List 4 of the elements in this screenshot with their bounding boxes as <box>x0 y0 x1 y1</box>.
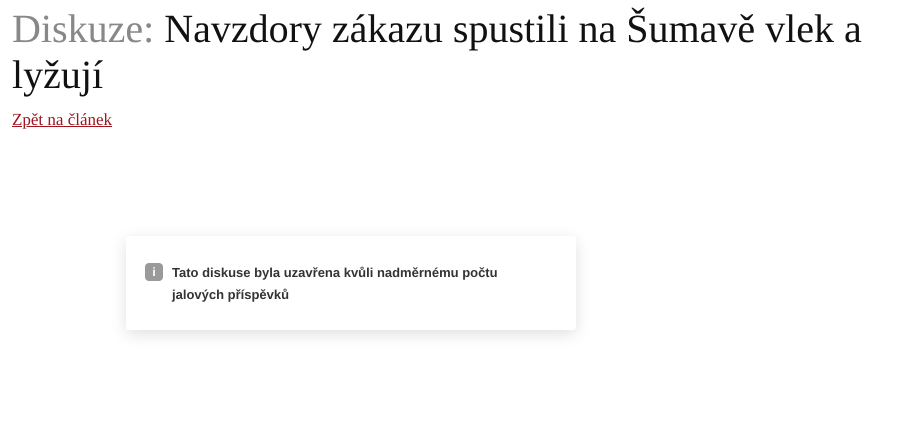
notice-text: Tato diskuse byla uzavřena kvůli nadměrnému počtu jalových příspěvků <box>172 264 499 304</box>
page-heading: Diskuze: Navzdory zákazu spustili na Šumavě vlek a lyžují <box>12 6 863 98</box>
info-icon: i <box>145 263 163 281</box>
back-link[interactable]: Zpět na článek <box>12 110 112 130</box>
